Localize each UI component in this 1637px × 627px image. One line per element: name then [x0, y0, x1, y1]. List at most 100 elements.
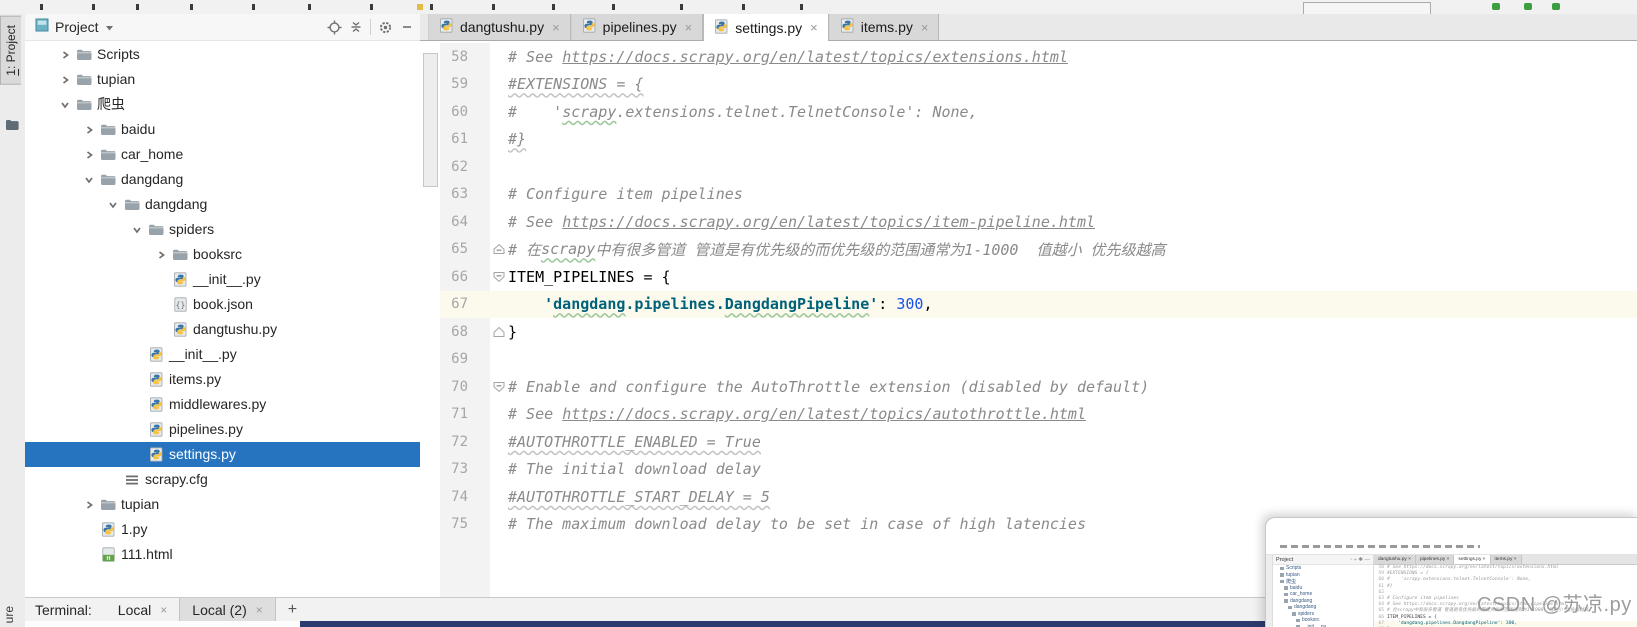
tab-pipelines.py[interactable]: pipelines.py × — [570, 14, 704, 40]
chevron-right-icon[interactable] — [79, 150, 99, 160]
folder-icon — [123, 198, 141, 211]
tree-item-dangtushu.py[interactable]: dangtushu.py — [25, 317, 420, 342]
tree-item-settings.py[interactable]: settings.py — [25, 442, 420, 467]
tree-item-label: 爬虫 — [97, 96, 125, 112]
project-panel-title[interactable]: Project — [25, 18, 114, 37]
python-icon — [147, 422, 165, 437]
tree-item-dangdang[interactable]: dangdang — [25, 167, 420, 192]
pip-tab: settings.py × — [1454, 555, 1491, 564]
code-area[interactable]: 58 # See https://docs.scrapy.org/en/lates… — [420, 41, 1637, 597]
chevron-right-icon[interactable] — [55, 75, 75, 85]
tree-item-baidu[interactable]: baidu — [25, 117, 420, 142]
chevron-down-icon[interactable] — [55, 100, 75, 110]
close-icon[interactable]: × — [160, 603, 167, 617]
tool-window-tab-structure[interactable]: ure — [2, 606, 16, 623]
fold-column — [490, 456, 508, 484]
terminal-tab-Local-2-[interactable]: Local (2) × — [179, 598, 276, 622]
code-line-74[interactable]: 74 #AUTOTHROTTLE_START_DELAY = 5 — [420, 483, 1637, 511]
tree-item-__init__.py[interactable]: __init__.py — [25, 267, 420, 292]
folder-icon — [99, 148, 117, 161]
tree-item-__init__.py[interactable]: __init__.py — [25, 342, 420, 367]
tree-item-items.py[interactable]: items.py — [25, 367, 420, 392]
code-line-63[interactable]: 63 # Configure item pipelines — [420, 180, 1637, 208]
tree-item-111.html[interactable]: H 111.html — [25, 542, 420, 567]
locate-icon[interactable] — [323, 17, 345, 37]
fold-marker-icon[interactable] — [490, 263, 508, 291]
code-line-58[interactable]: 58 # See https://docs.scrapy.org/en/lates… — [420, 43, 1637, 71]
close-icon[interactable]: × — [810, 20, 818, 35]
code-line-72[interactable]: 72 #AUTOTHROTTLE_ENABLED = True — [420, 428, 1637, 456]
tree-item-label: 111.html — [121, 546, 173, 562]
line-number: 67 — [440, 290, 490, 318]
close-icon[interactable]: × — [256, 603, 263, 617]
hide-panel-icon[interactable] — [396, 17, 418, 37]
tab-settings.py[interactable]: settings.py × — [703, 14, 829, 41]
chevron-down-icon[interactable] — [127, 225, 147, 235]
code-line-61[interactable]: 61 #} — [420, 125, 1637, 153]
project-scrollbar-thumb[interactable] — [423, 53, 438, 187]
tool-window-tab-project[interactable]: 1: Project — [0, 16, 21, 85]
tree-item-label: items.py — [169, 371, 222, 387]
clipped-debug-icon — [1524, 3, 1532, 10]
fold-marker-icon[interactable] — [490, 373, 508, 401]
python-file-icon — [840, 18, 855, 36]
chevron-right-icon[interactable] — [55, 50, 75, 60]
bookmark-folder-icon[interactable] — [5, 118, 19, 136]
code-line-59[interactable]: 59 #EXTENSIONS = { — [420, 70, 1637, 98]
code-text: # See https://docs.scrapy.org/en/latest/… — [508, 47, 1068, 66]
tab-items.py[interactable]: items.py × — [828, 14, 940, 40]
tree-item-spiders[interactable]: spiders — [25, 217, 420, 242]
new-terminal-tab-button[interactable]: + — [276, 598, 309, 622]
tree-item-booksrc[interactable]: booksrc — [25, 242, 420, 267]
tree-item-label: __init__.py — [169, 346, 237, 362]
tree-item--[interactable]: 爬虫 — [25, 92, 420, 117]
fold-marker-icon[interactable] — [490, 318, 508, 346]
terminal-tab-Local[interactable]: Local × — [106, 598, 179, 622]
cfg-icon — [123, 474, 141, 486]
tree-item-label: book.json — [193, 296, 253, 312]
collapse-all-icon[interactable] — [345, 17, 367, 37]
tree-item-middlewares.py[interactable]: middlewares.py — [25, 392, 420, 417]
tab-label: items.py — [860, 19, 913, 35]
fold-column — [490, 153, 508, 181]
chevron-right-icon[interactable] — [79, 500, 99, 510]
fold-marker-icon[interactable] — [490, 236, 508, 264]
code-text: # 在 scrapy 中有很多管道 管道是有优先级的而优先级的范围通常为1-1000… — [508, 240, 1166, 259]
code-line-67[interactable]: 67 ' dangdang .pipelines. DangdangPipeline '… — [420, 290, 1637, 318]
code-line-62[interactable]: 62 — [420, 153, 1637, 181]
line-number: 69 — [440, 345, 490, 373]
tree-item-tupian[interactable]: tupian — [25, 492, 420, 517]
python-icon — [147, 447, 165, 462]
tab-label: pipelines.py — [602, 19, 677, 35]
tree-item-dangdang[interactable]: dangdang — [25, 192, 420, 217]
code-text: # See https://docs.scrapy.org/en/latest/… — [508, 212, 1096, 231]
close-icon[interactable]: × — [552, 20, 560, 35]
chevron-right-icon[interactable] — [79, 125, 99, 135]
code-line-60[interactable]: 60 # ' scrapy .extensions.telnet.TelnetCons… — [420, 98, 1637, 126]
close-icon[interactable]: × — [685, 20, 693, 35]
tab-dangtushu.py[interactable]: dangtushu.py × — [428, 14, 571, 40]
code-line-71[interactable]: 71 # See https://docs.scrapy.org/en/lates… — [420, 400, 1637, 428]
code-line-66[interactable]: 66 ITEM_PIPELINES = { — [420, 263, 1637, 291]
code-line-68[interactable]: 68} — [420, 318, 1637, 346]
code-line-70[interactable]: 70 # Enable and configure the AutoThrottl… — [420, 373, 1637, 401]
code-line-64[interactable]: 64 # See https://docs.scrapy.org/en/lates… — [420, 208, 1637, 236]
chevron-right-icon[interactable] — [151, 250, 171, 260]
python-file-icon — [582, 18, 597, 36]
code-line-65[interactable]: 65 # 在 scrapy 中有很多管道 管道是有优先级的而优先级的范围通常为1-10… — [420, 235, 1637, 264]
code-line-73[interactable]: 73 # The initial download delay — [420, 455, 1637, 484]
tree-item-car_home[interactable]: car_home — [25, 142, 420, 167]
chevron-down-icon[interactable] — [105, 18, 114, 36]
tree-item-pipelines.py[interactable]: pipelines.py — [25, 417, 420, 442]
tree-item-scrapy.cfg[interactable]: scrapy.cfg — [25, 467, 420, 492]
tree-item-1.py[interactable]: 1.py — [25, 517, 420, 542]
chevron-down-icon[interactable] — [103, 200, 123, 210]
tree-item-Scripts[interactable]: Scripts — [25, 42, 420, 67]
tree-item-book.json[interactable]: {} book.json — [25, 292, 420, 317]
chevron-down-icon[interactable] — [79, 175, 99, 185]
close-icon[interactable]: × — [921, 20, 929, 35]
code-line-69[interactable]: 69 — [420, 345, 1637, 373]
settings-gear-icon[interactable] — [374, 17, 396, 37]
tree-item-tupian[interactable]: tupian — [25, 67, 420, 92]
html-icon: H — [99, 547, 117, 562]
